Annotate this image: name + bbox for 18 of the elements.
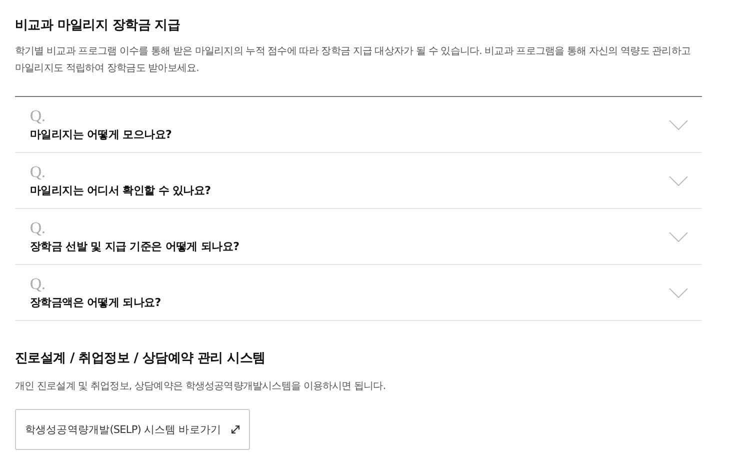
question-text: 장학금 선발 및 지급 기준은 어떻게 되나요? (30, 238, 240, 254)
faq-item[interactable]: Q. 마일리지는 어디서 확인할 수 있나요? (15, 153, 702, 209)
section-title: 진로설계 / 취업정보 / 상담예약 관리 시스템 (15, 350, 266, 367)
section-description: 개인 진로설계 및 취업정보, 상담예약은 학생성공역량개발시스템을 이용하시면 됩니다. (15, 380, 387, 394)
question-marker: Q. (30, 164, 46, 182)
external-link-icon (231, 425, 240, 434)
faq-item[interactable]: Q. 장학금 선발 및 지급 기준은 어떻게 되나요? (15, 209, 702, 265)
question-text: 마일리지는 어떻게 모으나요? (30, 126, 172, 142)
question-text: 장학금액은 어떻게 되나요? (30, 294, 161, 310)
section-title: 비교과 마일리지 장학금 지급 (15, 17, 182, 34)
question-text: 마일리지는 어디서 확인할 수 있나요? (30, 182, 211, 198)
section-description: 학기별 비교과 프로그램 이수를 통해 받은 마일리지의 누적 점수에 따라 장학금 지급 대상자가 될 수 있습니다. 비교과 프로그램을 통해 자신의 역량도 관리하고 마일리지도 적립하여 장학금도 받아보세요. (15, 45, 692, 76)
faq-item[interactable]: Q. 장학금액은 어떻게 되나요? (15, 265, 702, 321)
selp-link-button[interactable]: 학생성공역량개발(SELP) 시스템 바로가기 (15, 409, 250, 450)
question-marker: Q. (30, 276, 46, 294)
faq-item[interactable]: Q. 마일리지는 어떻게 모으나요? (15, 97, 702, 153)
question-marker: Q. (30, 220, 46, 238)
question-marker: Q. (30, 108, 46, 126)
